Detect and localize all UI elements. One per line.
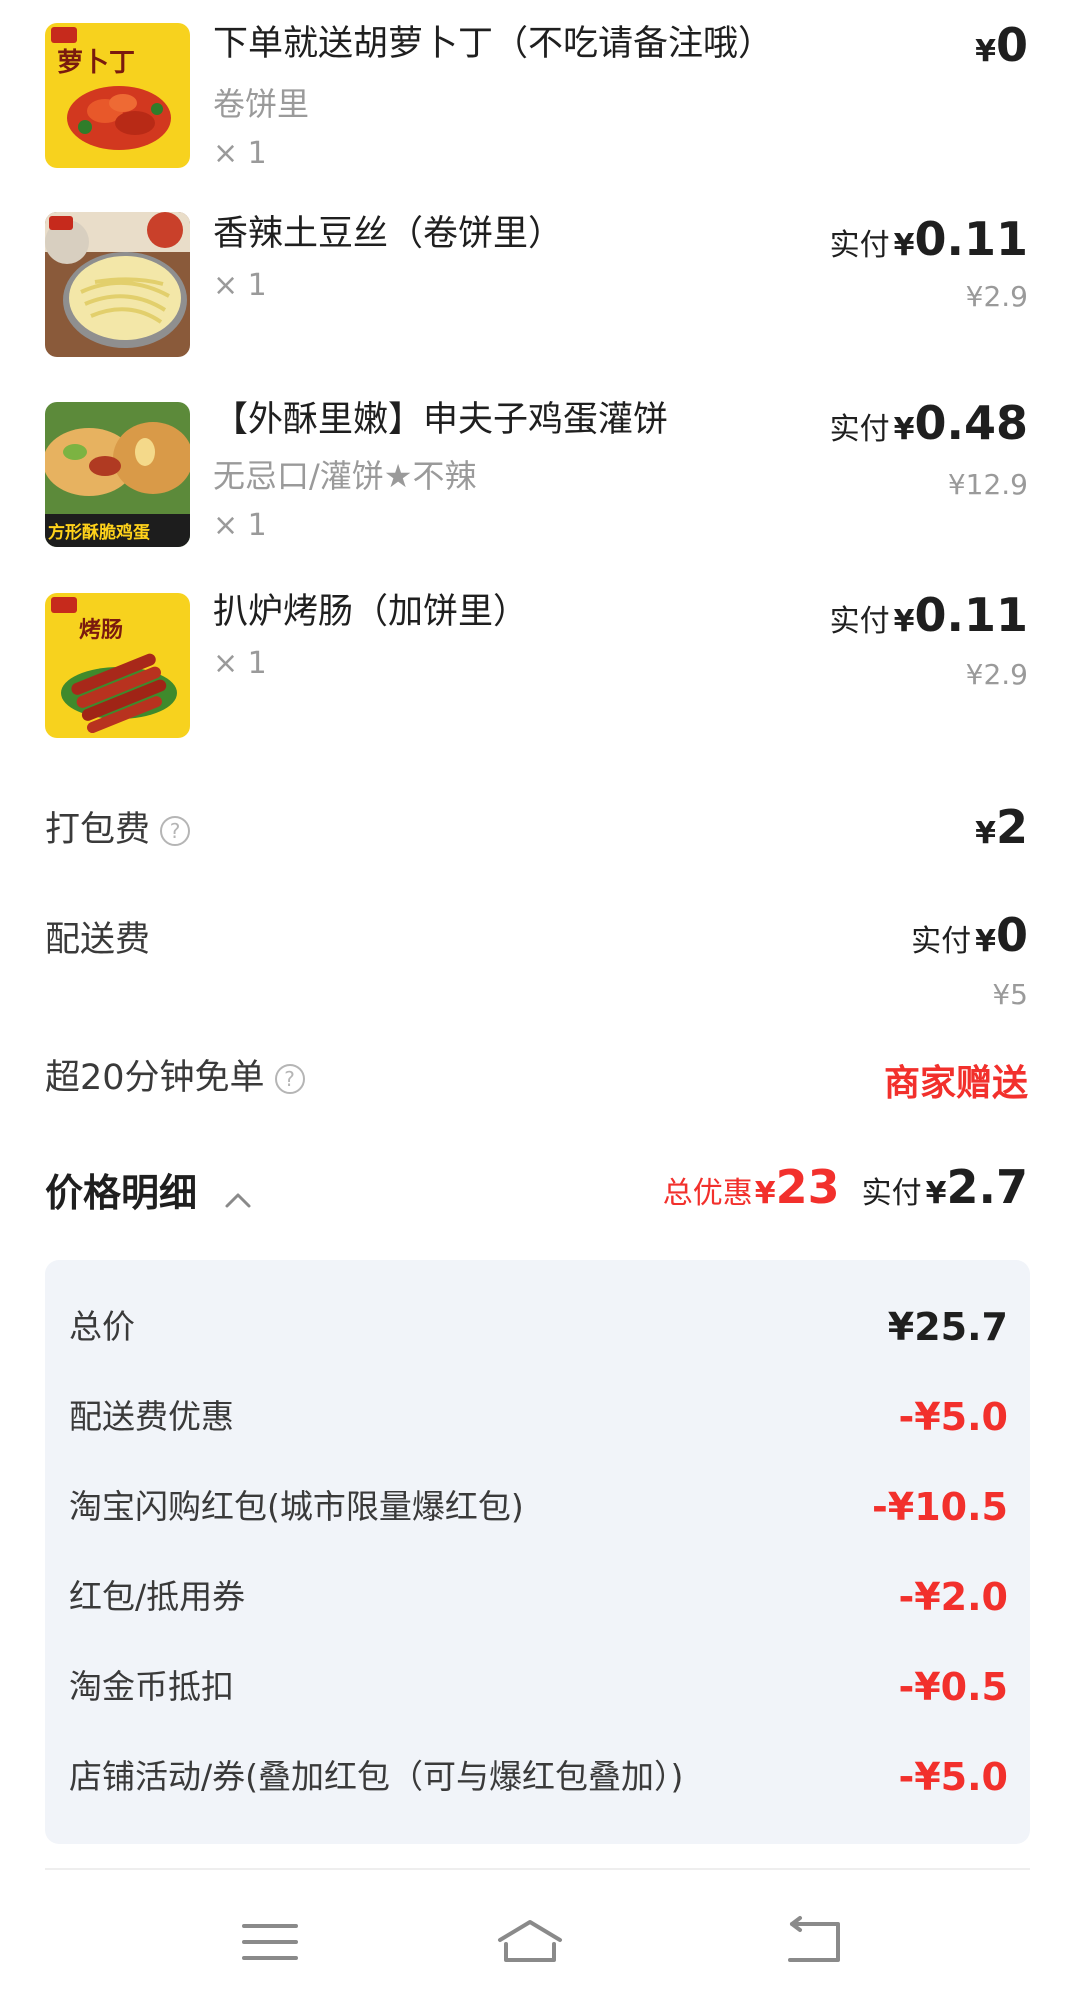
late-free-label: 超20分钟免单?: [45, 1056, 305, 1100]
price-line: 淘宝闪购红包(城市限量爆红包) -¥10.5: [69, 1482, 1008, 1532]
item-price: 实付 ¥0.11: [830, 212, 1028, 266]
item-thumbnail: 烤肠: [45, 593, 190, 738]
thumb-caption: 萝卜丁: [57, 48, 135, 78]
item-thumbnail: 萝卜丁: [45, 23, 190, 168]
currency-symbol: ¥: [975, 924, 996, 959]
chevron-up-icon: [224, 1171, 252, 1221]
late-free-value: 商家赠送: [884, 1054, 1028, 1106]
packing-fee-label: 打包费?: [45, 808, 191, 852]
price-line: 淘金币抵扣 -¥0.5: [69, 1662, 1008, 1712]
price-line-value: -¥10.5: [872, 1485, 1008, 1529]
price-line: 配送费优惠 -¥5.0: [69, 1392, 1008, 1442]
item-quantity: × 1: [213, 268, 267, 303]
order-item[interactable]: 方形酥脆鸡蛋 【外酥里嫩】申夫子鸡蛋灌饼 无忌口/灌饼★不辣 × 1 实付 ¥0.…: [0, 378, 1080, 548]
item-name: 【外酥里嫩】申夫子鸡蛋灌饼: [213, 400, 669, 440]
item-name: 下单就送胡萝卜丁（不吃请备注哦）: [213, 24, 774, 64]
item-spec: 卷饼里: [213, 85, 310, 123]
currency-symbol: ¥: [893, 412, 915, 447]
price-line-value: -¥5.0: [898, 1395, 1008, 1439]
item-price-value: 0: [995, 18, 1028, 72]
delivery-fee-value: 实付 ¥0: [911, 908, 1028, 962]
paid-label: 实付: [829, 604, 890, 639]
price-line-label: 店铺活动/券(叠加红包（可与爆红包叠加）): [69, 1757, 684, 1796]
item-quantity: × 1: [213, 646, 267, 681]
currency-symbol: ¥: [975, 34, 996, 69]
delivery-fee-row: 配送费 实付 ¥0 ¥5: [0, 908, 1080, 1018]
currency-symbol: ¥: [754, 1176, 776, 1211]
price-line-value: ¥25.7: [887, 1305, 1008, 1349]
thumb-caption: 烤肠: [79, 617, 123, 643]
menu-icon[interactable]: [236, 1914, 306, 1970]
item-name: 扒炉烤肠（加饼里）: [213, 592, 529, 632]
price-line-label: 淘宝闪购红包(城市限量爆红包): [69, 1487, 524, 1526]
paid-label: 实付: [911, 924, 972, 959]
currency-symbol: ¥: [893, 604, 915, 639]
item-price-value: 0.11: [914, 212, 1029, 266]
price-line-value: -¥5.0: [898, 1755, 1008, 1799]
currency-symbol: ¥: [975, 816, 996, 851]
home-icon[interactable]: [490, 1914, 570, 1970]
total-discount-value: 23: [775, 1160, 840, 1214]
price-line-label: 红包/抵用券: [69, 1577, 246, 1616]
item-thumbnail: 方形酥脆鸡蛋: [45, 402, 190, 547]
delivery-fee-amount: 0: [995, 908, 1028, 962]
item-quantity: × 1: [213, 508, 267, 543]
item-price: 实付 ¥0.11: [830, 588, 1028, 642]
divider: [45, 1868, 1030, 1870]
item-thumbnail: [45, 212, 190, 357]
item-original-price: ¥2.9: [965, 280, 1028, 313]
item-spec: 无忌口/灌饼★不辣: [213, 457, 477, 495]
paid-label: 实付: [861, 1176, 922, 1211]
price-detail-title: 价格明细: [45, 1171, 198, 1215]
order-item[interactable]: 香辣土豆丝（卷饼里） × 1 实付 ¥0.11 ¥2.9: [0, 190, 1080, 360]
question-circle-icon[interactable]: ?: [274, 1064, 305, 1094]
item-name: 香辣土豆丝（卷饼里）: [213, 214, 564, 254]
item-price: 实付 ¥0.48: [830, 396, 1028, 450]
price-line: 红包/抵用券 -¥2.0: [69, 1572, 1008, 1622]
price-line-label: 总价: [69, 1307, 135, 1346]
question-circle-icon[interactable]: ?: [160, 816, 191, 846]
late-free-row: 超20分钟免单? 商家赠送: [0, 1050, 1080, 1110]
price-line: 总价 ¥25.7: [69, 1302, 1008, 1352]
price-detail-panel: 总价 ¥25.7 配送费优惠 -¥5.0 淘宝闪购红包(城市限量爆红包) -¥1…: [45, 1260, 1030, 1844]
order-item[interactable]: 烤肠 扒炉烤肠（加饼里） × 1 实付 ¥0.11 ¥2.9: [0, 568, 1080, 738]
delivery-fee-label: 配送费: [45, 920, 151, 960]
price-detail-toggle[interactable]: 价格明细: [45, 1168, 252, 1221]
merchant-gift-text: 商家赠送: [883, 1063, 1028, 1104]
back-icon[interactable]: [780, 1914, 850, 1970]
price-line: 店铺活动/券(叠加红包（可与爆红包叠加）) -¥5.0: [69, 1752, 1008, 1802]
thumb-caption: 方形酥脆鸡蛋: [48, 522, 150, 543]
packing-fee-row: 打包费? ¥2: [0, 800, 1080, 860]
currency-symbol: ¥: [925, 1176, 947, 1211]
item-original-price: ¥12.9: [947, 468, 1028, 501]
price-line-value: -¥2.0: [898, 1575, 1008, 1619]
item-price-value: 0.11: [914, 588, 1029, 642]
price-line-value: -¥0.5: [898, 1665, 1008, 1709]
packing-fee-value: ¥2: [971, 800, 1028, 854]
paid-label: 实付: [829, 412, 890, 447]
price-line-label: 配送费优惠: [69, 1397, 234, 1436]
order-item[interactable]: 萝卜丁 下单就送胡萝卜丁（不吃请备注哦） 卷饼里 × 1 ¥0: [0, 0, 1080, 171]
price-summary: 总优惠¥23 实付 ¥2.7: [663, 1160, 1028, 1214]
delivery-original-price: ¥5: [992, 978, 1028, 1011]
item-price-value: 0.48: [914, 396, 1029, 450]
order-detail-page: 萝卜丁 下单就送胡萝卜丁（不吃请备注哦） 卷饼里 × 1 ¥0 香辣土豆丝（卷饼…: [0, 0, 1080, 2004]
total-discount-label: 总优惠: [662, 1176, 753, 1211]
item-quantity: × 1: [213, 136, 267, 171]
item-price: ¥0: [971, 18, 1028, 72]
currency-symbol: ¥: [893, 228, 915, 263]
item-original-price: ¥2.9: [965, 658, 1028, 691]
system-nav-bar: [0, 1880, 1080, 2004]
price-line-label: 淘金币抵扣: [69, 1667, 234, 1706]
paid-label: 实付: [829, 228, 890, 263]
total-paid-value: 2.7: [946, 1160, 1029, 1214]
packing-fee-amount: 2: [995, 800, 1028, 854]
